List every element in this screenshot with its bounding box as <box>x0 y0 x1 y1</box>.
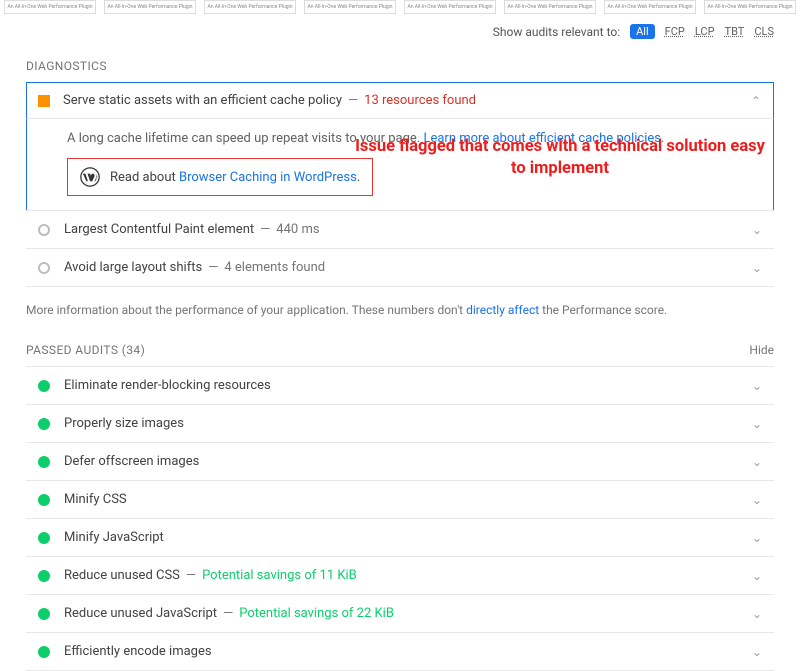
audit-title: Largest Contentful Paint element <box>64 222 254 237</box>
audit-encode-images[interactable]: Efficiently encode images ⌄ <box>26 632 774 671</box>
diagnostics-footnote: More information about the performance o… <box>26 303 774 317</box>
chevron-down-icon: ⌄ <box>744 607 762 621</box>
warning-square-icon <box>39 96 49 106</box>
filter-cls[interactable]: CLS <box>754 25 774 38</box>
pass-circle-icon <box>38 418 50 430</box>
pass-circle-icon <box>38 608 50 620</box>
audit-description: A long cache lifetime can speed up repea… <box>67 131 423 146</box>
filmstrip-frame: An All-In-One Web Performance Plugin <box>604 0 696 14</box>
filter-row: Show audits relevant to: All FCP LCP TBT… <box>0 14 800 45</box>
callout-link[interactable]: Browser Caching in WordPress <box>179 170 357 185</box>
chevron-up-icon: ⌃ <box>743 94 761 108</box>
filter-label: Show audits relevant to: <box>493 25 620 39</box>
audit-defer-offscreen[interactable]: Defer offscreen images ⌄ <box>26 442 774 481</box>
chevron-down-icon: ⌄ <box>744 223 762 237</box>
audit-layout-shifts[interactable]: Avoid large layout shifts — 4 elements f… <box>26 248 774 287</box>
audit-unused-js[interactable]: Reduce unused JavaScript — Potential sav… <box>26 594 774 633</box>
filmstrip-frame: An All-In-One Web Performance Plugin <box>104 0 196 14</box>
audit-minify-js[interactable]: Minify JavaScript ⌄ <box>26 518 774 557</box>
chevron-down-icon: ⌄ <box>744 455 762 469</box>
audit-unused-css[interactable]: Reduce unused CSS — Potential savings of… <box>26 556 774 595</box>
filmstrip-frame: An All-In-One Web Performance Plugin <box>204 0 296 14</box>
diagnostics-heading: DIAGNOSTICS <box>26 59 774 73</box>
filter-lcp[interactable]: LCP <box>695 25 715 38</box>
audit-subtext: 4 elements found <box>224 260 325 275</box>
pass-circle-icon <box>38 646 50 658</box>
audit-title: Minify JavaScript <box>64 530 164 545</box>
dash: — <box>186 568 196 583</box>
pass-circle-icon <box>38 456 50 468</box>
filmstrip-frame: An All-In-One Web Performance Plugin <box>4 0 96 14</box>
pass-circle-icon <box>38 570 50 582</box>
filmstrip-frame: An All-In-One Web Performance Plugin <box>704 0 796 14</box>
wordpress-icon <box>80 167 100 187</box>
directly-affect-link[interactable]: directly affect <box>466 303 539 317</box>
filter-all[interactable]: All <box>630 24 655 39</box>
filter-tbt[interactable]: TBT <box>725 25 745 38</box>
audit-title: Serve static assets with an efficient ca… <box>63 93 342 108</box>
audit-title: Reduce unused CSS <box>64 568 180 583</box>
audit-cache-policy-body: A long cache lifetime can speed up repea… <box>26 119 774 211</box>
learn-more-link[interactable]: Learn more about efficient cache policie… <box>423 131 661 146</box>
wordpress-callout: Read about Browser Caching in WordPress. <box>67 158 373 196</box>
filmstrip: An All-In-One Web Performance Plugin An … <box>0 0 800 14</box>
audit-title: Properly size images <box>64 416 184 431</box>
passed-heading: PASSED AUDITS <box>26 343 118 357</box>
passed-count: (34) <box>122 343 145 357</box>
audit-title: Defer offscreen images <box>64 454 199 469</box>
audit-title: Eliminate render-blocking resources <box>64 378 271 393</box>
chevron-down-icon: ⌄ <box>744 379 762 393</box>
pass-circle-icon <box>38 494 50 506</box>
chevron-down-icon: ⌄ <box>744 261 762 275</box>
info-circle-icon <box>38 224 50 236</box>
audit-minify-css[interactable]: Minify CSS ⌄ <box>26 480 774 519</box>
filmstrip-frame: An All-In-One Web Performance Plugin <box>504 0 596 14</box>
filmstrip-frame: An All-In-One Web Performance Plugin <box>404 0 496 14</box>
audit-size-images[interactable]: Properly size images ⌄ <box>26 404 774 443</box>
audit-lcp-element[interactable]: Largest Contentful Paint element — 440 m… <box>26 210 774 249</box>
dash: — <box>348 93 358 108</box>
callout-text: Read about <box>110 170 179 185</box>
chevron-down-icon: ⌄ <box>744 531 762 545</box>
audit-subtext: 13 resources found <box>364 93 476 108</box>
chevron-down-icon: ⌄ <box>744 417 762 431</box>
chevron-down-icon: ⌄ <box>744 645 762 659</box>
audit-subtext: 440 ms <box>276 222 319 237</box>
passed-audits-header[interactable]: PASSED AUDITS (34) Hide <box>26 343 774 357</box>
filmstrip-frame: An All-In-One Web Performance Plugin <box>304 0 396 14</box>
info-circle-icon <box>38 262 50 274</box>
pass-circle-icon <box>38 532 50 544</box>
dash: — <box>208 260 218 275</box>
filter-fcp[interactable]: FCP <box>665 25 685 38</box>
audit-title: Minify CSS <box>64 492 127 507</box>
pass-circle-icon <box>38 380 50 392</box>
chevron-down-icon: ⌄ <box>744 493 762 507</box>
hide-toggle[interactable]: Hide <box>749 343 774 357</box>
audit-subtext: Potential savings of 11 KiB <box>202 568 357 583</box>
dash: — <box>260 222 270 237</box>
audit-cache-policy[interactable]: Serve static assets with an efficient ca… <box>26 82 774 119</box>
audit-title: Efficiently encode images <box>64 644 212 659</box>
audit-title: Avoid large layout shifts <box>64 260 202 275</box>
chevron-down-icon: ⌄ <box>744 569 762 583</box>
audit-render-blocking[interactable]: Eliminate render-blocking resources ⌄ <box>26 366 774 405</box>
